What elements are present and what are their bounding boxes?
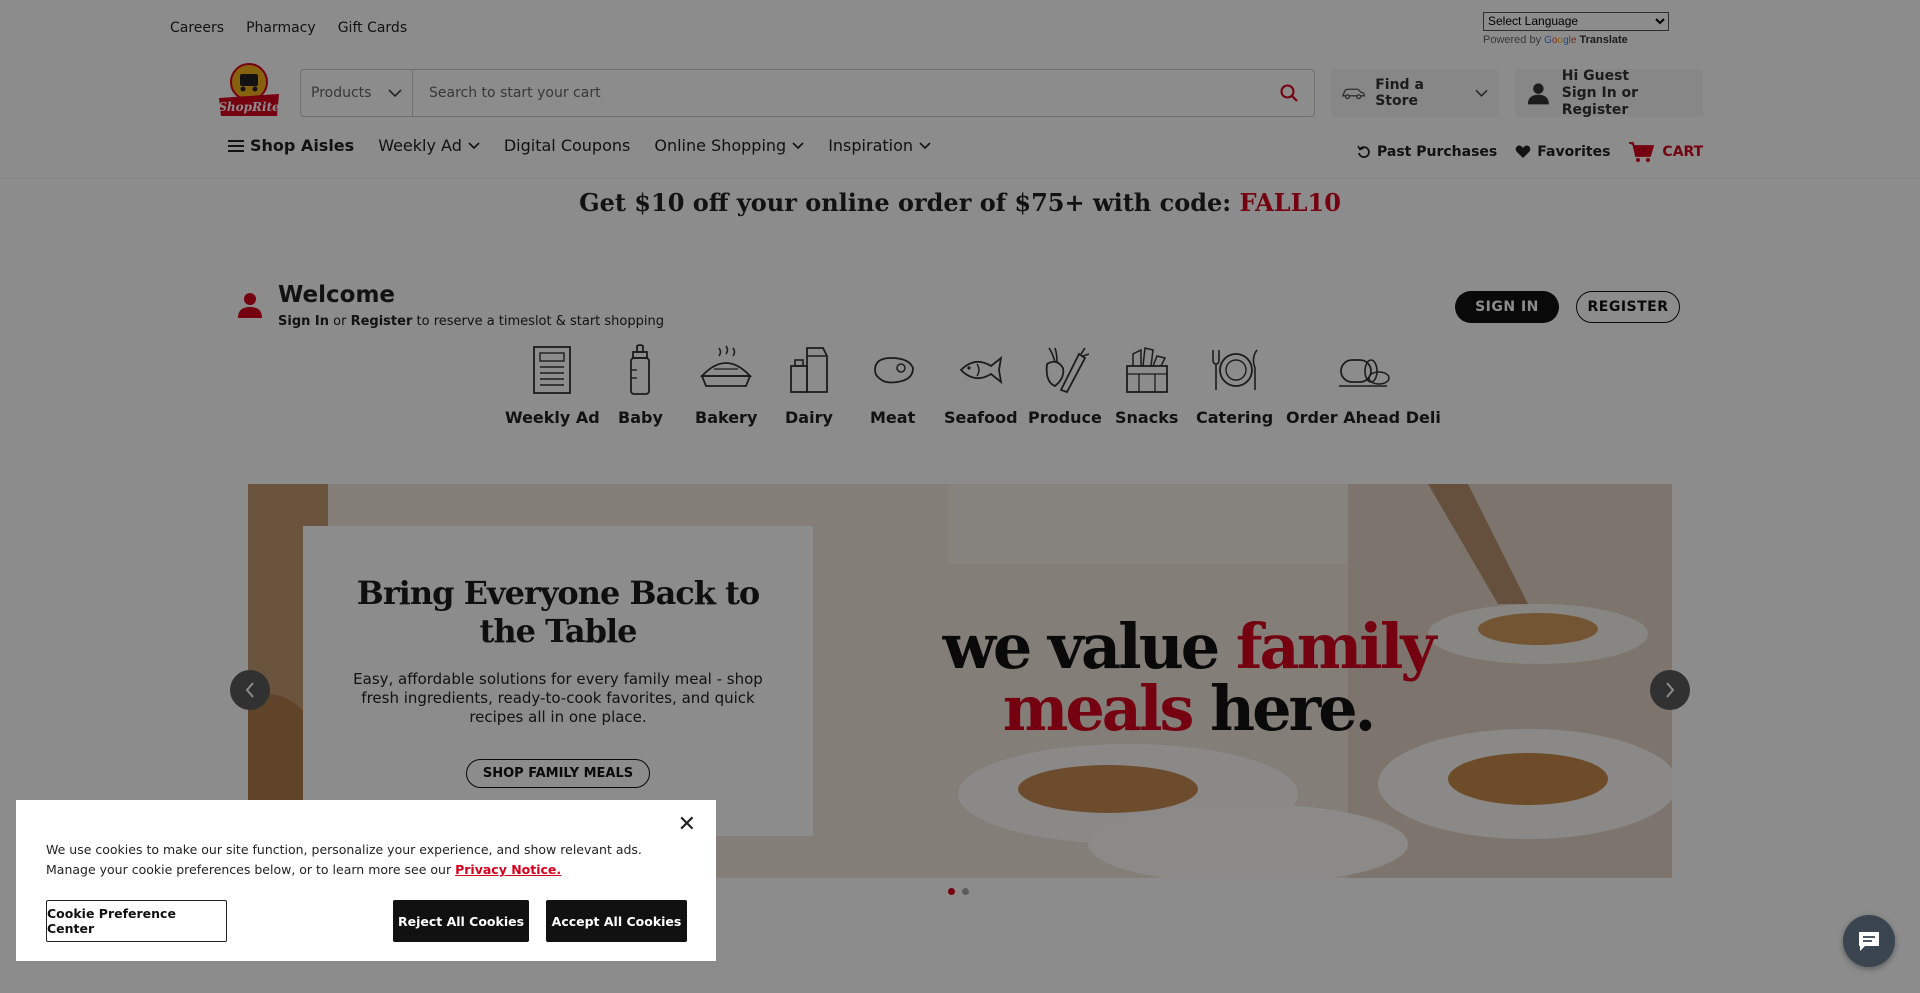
reject-cookies-button[interactable]: Reject All Cookies <box>393 900 529 942</box>
chat-button[interactable] <box>1843 915 1895 967</box>
cookie-text: We use cookies to make our site function… <box>46 840 686 880</box>
chat-icon <box>1859 932 1879 951</box>
page: Careers Pharmacy Gift Cards Select Langu… <box>0 0 1920 993</box>
privacy-notice-link[interactable]: Privacy Notice. <box>455 862 561 877</box>
accept-cookies-button[interactable]: Accept All Cookies <box>546 900 687 942</box>
close-icon[interactable]: ✕ <box>678 812 696 837</box>
cookie-preference-button[interactable]: Cookie Preference Center <box>46 900 227 942</box>
cookie-banner: ✕ We use cookies to make our site functi… <box>16 800 716 961</box>
